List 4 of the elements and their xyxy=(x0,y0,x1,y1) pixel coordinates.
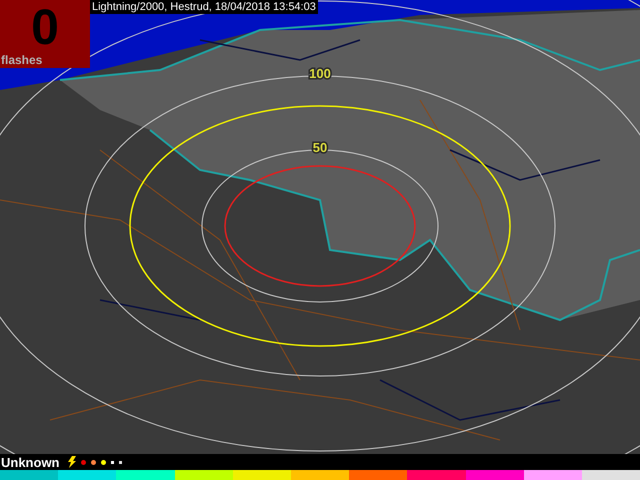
flash-count-label: flashes xyxy=(1,54,42,67)
map-title: Lightning/2000, Hestrud, 18/04/2018 13:54:03 xyxy=(90,0,318,14)
legend-status: Unknown xyxy=(1,454,60,470)
flash-count: 0 xyxy=(31,0,59,54)
